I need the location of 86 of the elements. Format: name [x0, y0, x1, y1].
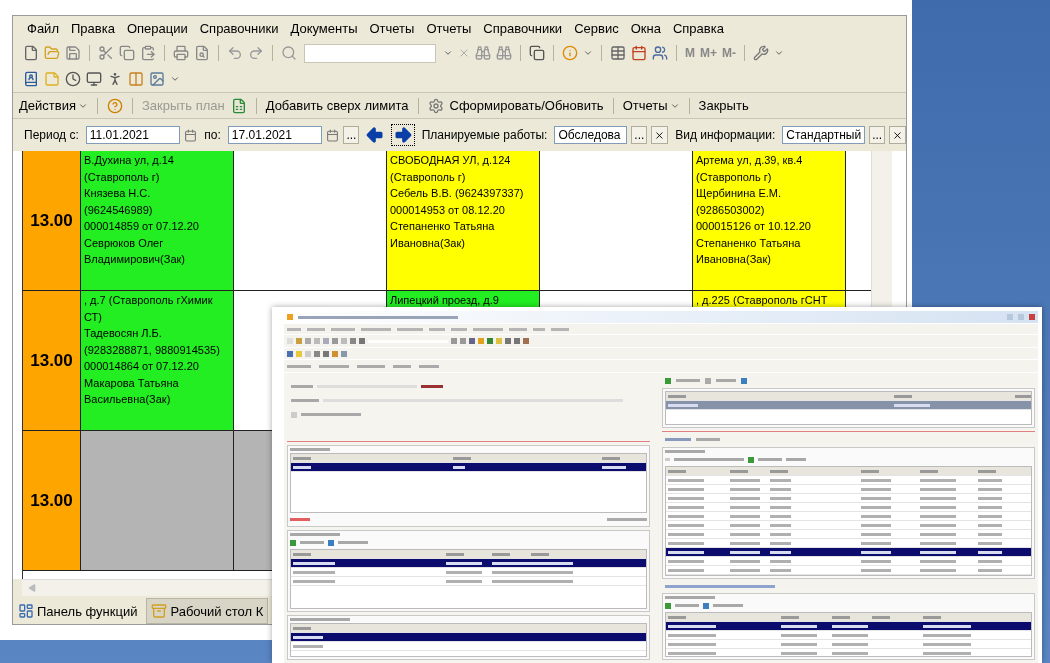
info-icon[interactable] — [562, 45, 578, 61]
binoculars-icon[interactable] — [475, 45, 491, 61]
binoculars-icon[interactable] — [496, 45, 512, 61]
folder-icon[interactable] — [44, 45, 60, 61]
date-field[interactable]: 17.01.2021 — [227, 126, 323, 144]
wrench-icon[interactable] — [753, 45, 769, 61]
printer-icon[interactable] — [173, 45, 189, 61]
toolbar-button[interactable]: Отчеты — [622, 98, 680, 113]
new-document-icon[interactable] — [23, 45, 39, 61]
help-icon[interactable] — [106, 97, 123, 114]
toolbar-icon[interactable] — [703, 602, 709, 609]
menu-item[interactable]: Отчеты — [426, 20, 472, 36]
menu-item[interactable]: Документы — [290, 20, 358, 36]
spreadsheet-icon[interactable] — [230, 97, 247, 114]
clipboard-icon[interactable] — [140, 45, 156, 61]
clear-icon[interactable] — [651, 126, 669, 144]
save-icon[interactable] — [65, 45, 81, 61]
time-cell: 13.00 — [23, 291, 81, 431]
taskbar-item[interactable]: Рабочий стол К — [146, 598, 269, 624]
select-button[interactable]: ... — [631, 126, 648, 144]
appointment-cell[interactable]: В.Духина ул, д.14 (Ставрополь г) Князева Н.С. (9624546989) 000014859 от 07.12.20 Севрюков Олег Владимирович(Зак) — [81, 151, 234, 291]
caret-icon[interactable] — [443, 48, 453, 58]
menu-item[interactable]: Файл — [27, 20, 59, 36]
table-row[interactable] — [291, 633, 646, 642]
undo-icon[interactable] — [227, 45, 243, 61]
menu-item[interactable]: Окна — [630, 20, 661, 36]
menu-item[interactable]: Справка — [672, 20, 724, 36]
time-cell: 13.00 — [23, 151, 81, 291]
windows-icon[interactable] — [529, 45, 545, 61]
calendar-icon[interactable] — [326, 128, 340, 142]
caret-icon[interactable] — [583, 48, 593, 58]
search-field[interactable] — [304, 43, 436, 63]
clock-icon[interactable] — [65, 71, 81, 87]
menu-item[interactable]: Справочники — [199, 20, 279, 36]
toolbar-button[interactable]: Действия — [19, 98, 88, 113]
calendar-icon[interactable] — [184, 128, 198, 142]
redo-icon[interactable] — [248, 45, 264, 61]
caret-icon[interactable] — [774, 48, 784, 58]
toolbar-icon[interactable] — [328, 539, 334, 546]
address-book-icon[interactable] — [23, 71, 39, 87]
toolbar-button[interactable]: Сформировать/Обновить — [449, 98, 604, 113]
table-icon[interactable] — [610, 45, 626, 61]
field-label: Вид информации: — [675, 128, 776, 142]
field-label: Период с: — [24, 128, 79, 142]
scissors-icon[interactable] — [98, 45, 114, 61]
table-row[interactable] — [666, 548, 1031, 557]
caret-icon[interactable] — [170, 74, 180, 84]
date-field[interactable]: 11.01.2021 — [85, 126, 181, 144]
menu-item[interactable]: Сервис — [574, 20, 619, 36]
bars-icon[interactable] — [128, 71, 144, 87]
monitor-icon[interactable] — [86, 71, 102, 87]
time-cell: 13.00 — [23, 431, 81, 571]
appointment-cell[interactable]: , д.7 (Ставрополь гХимик СТ) Тадевосян Л.Б. (9283288871, 9880914535) 000014864 от 07.12.20 Макарова Татьяна Васильевна(Зак) — [81, 291, 234, 431]
menu-item[interactable]: Отчеты — [369, 20, 415, 36]
clear-icon[interactable] — [889, 126, 906, 144]
appointment-cell[interactable]: Артема ул, д.39, кв.4 (Ставрополь г) Щербинина Е.М. (9286503002) 000015126 от 10.12.20 Степаненко Татьяна Ивановна(Зак) — [693, 151, 846, 291]
info-kind-field[interactable]: Стандартный — [782, 126, 866, 144]
close-icon[interactable] — [458, 47, 470, 59]
users-icon[interactable] — [652, 45, 668, 61]
period-select-button[interactable]: ... — [343, 126, 360, 144]
table-row[interactable] — [291, 559, 646, 568]
appointment-cell[interactable]: СВОБОДНАЯ УЛ, д.124 (Ставрополь г) Себель В.В. (9624397337) 000014953 от 08.12.20 Степаненко Татьяна Ивановна(Зак) — [387, 151, 540, 291]
table-row[interactable] — [666, 622, 1031, 631]
menu-item[interactable]: Правка — [70, 20, 115, 36]
toolbar-button[interactable]: Добавить сверх лимита — [265, 98, 409, 113]
search-icon[interactable] — [281, 45, 297, 61]
toolbar-button[interactable]: Закрыть — [698, 98, 749, 113]
panel-icon[interactable] — [18, 603, 34, 619]
document-search-icon[interactable] — [194, 45, 210, 61]
field-label: по: — [204, 128, 221, 142]
note-icon[interactable] — [44, 71, 60, 87]
toolbar-icon[interactable] — [748, 456, 754, 463]
gear-icon[interactable] — [427, 97, 444, 114]
select-button[interactable]: ... — [869, 126, 886, 144]
table-row[interactable] — [291, 463, 646, 472]
copy-icon[interactable] — [119, 45, 135, 61]
picture-icon[interactable] — [149, 71, 165, 87]
planned-works-field[interactable]: Обследова — [554, 126, 628, 144]
toolbar-icon[interactable] — [290, 539, 296, 546]
person-icon[interactable] — [107, 71, 123, 87]
calendar-icon[interactable] — [631, 45, 647, 61]
menu-item[interactable]: Операции — [126, 20, 188, 36]
toolbar-icon[interactable] — [665, 602, 671, 609]
field-label: Планируемые работы: — [421, 128, 548, 142]
scroll-left-arrow-icon[interactable] — [28, 584, 36, 592]
menu-item[interactable]: Справочники — [483, 20, 563, 36]
